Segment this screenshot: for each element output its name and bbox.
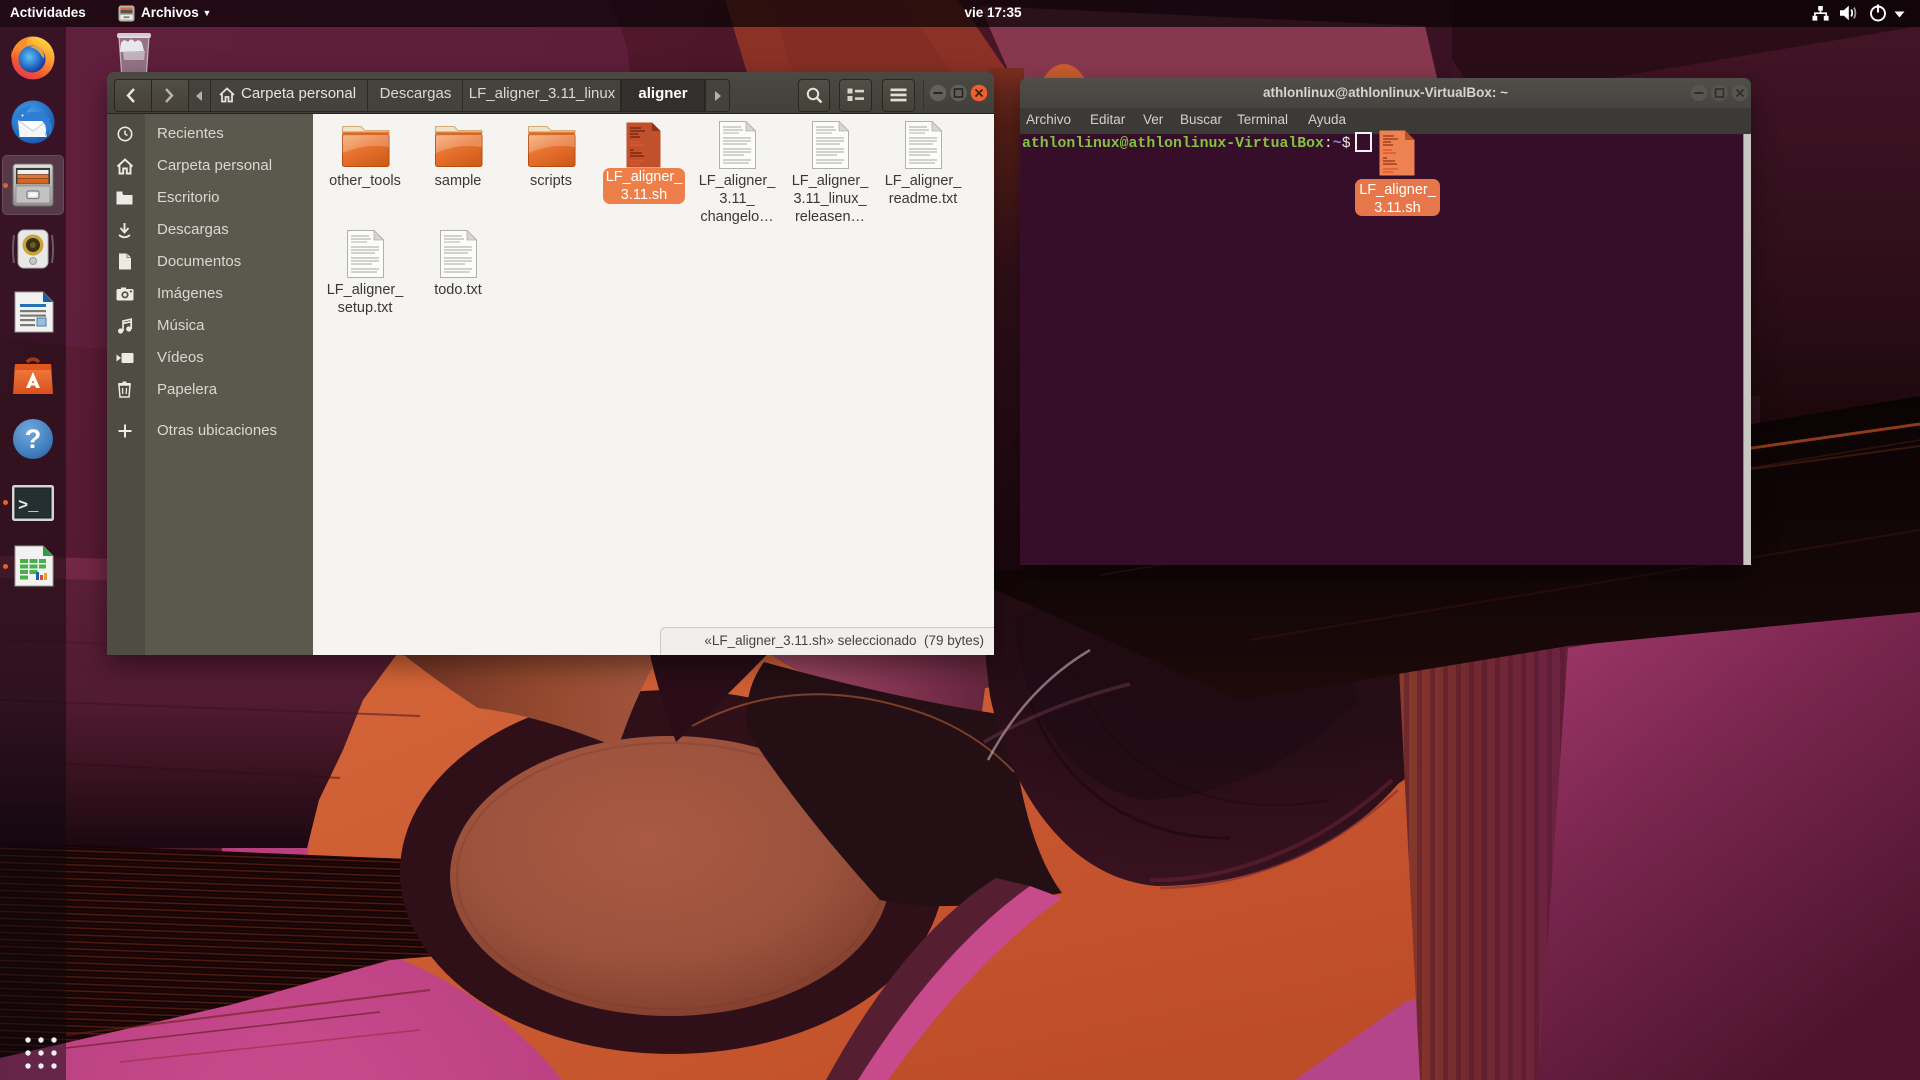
svg-text:?: ? — [25, 424, 42, 454]
svg-text:>_: >_ — [18, 497, 39, 516]
